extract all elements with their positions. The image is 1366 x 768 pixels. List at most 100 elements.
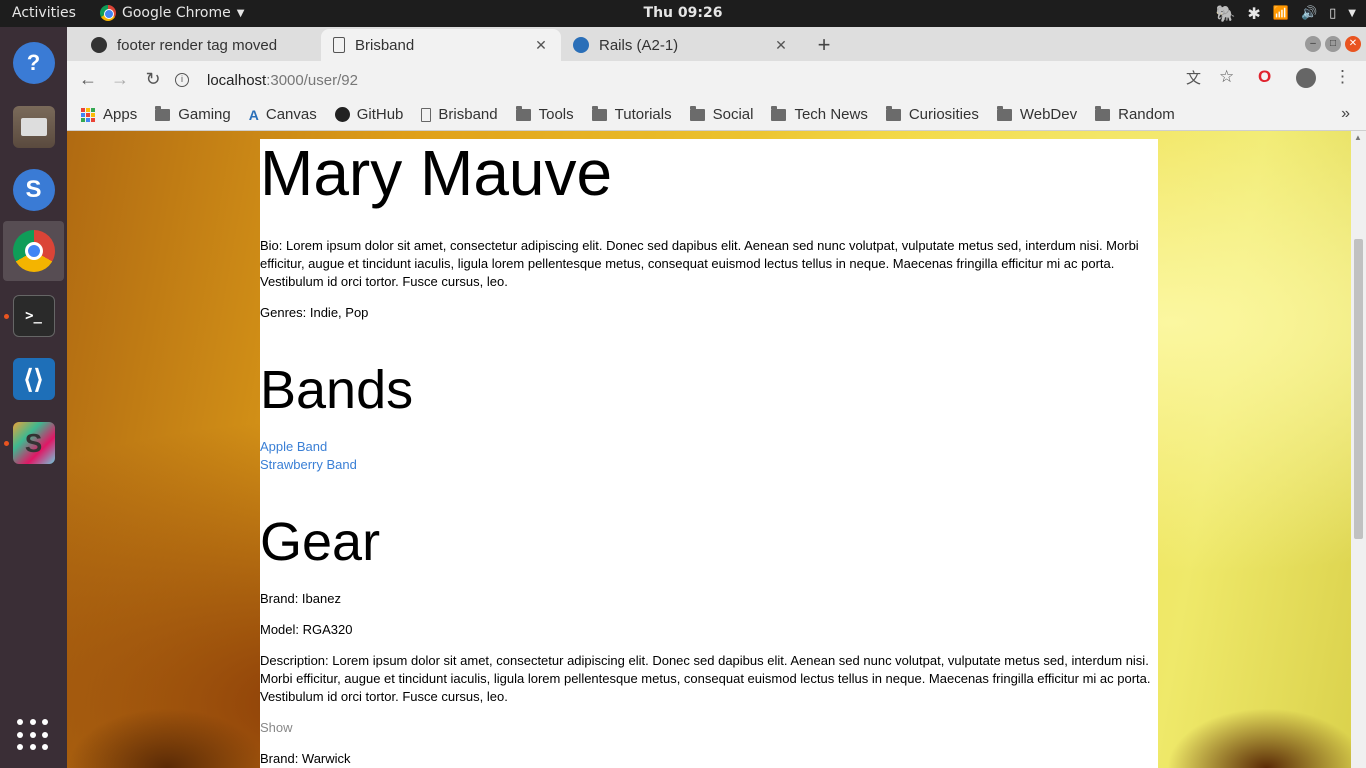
bookmark-random[interactable]: Random — [1095, 105, 1175, 123]
bookmark-social[interactable]: Social — [689, 105, 753, 123]
new-tab-button[interactable]: + — [812, 32, 836, 58]
bookmark-apps[interactable]: Apps — [81, 106, 137, 123]
more-bookmarks-icon[interactable]: » — [1341, 105, 1350, 123]
dock-chrome[interactable] — [3, 221, 64, 281]
bookmark-gaming[interactable]: Gaming — [155, 105, 231, 123]
chrome-icon — [100, 5, 116, 21]
reload-button[interactable]: ↻ — [142, 69, 164, 90]
dock-vscode[interactable]: ⟨⟩ — [3, 349, 64, 409]
close-icon[interactable]: ✕ — [773, 37, 789, 54]
bookmark-canvas[interactable]: A Canvas — [249, 106, 317, 123]
gear-description: Description: Lorem ipsum dolor sit amet,… — [260, 653, 1151, 704]
bookmark-label: Curiosities — [908, 106, 979, 123]
running-indicator — [4, 314, 9, 319]
terminal-icon: >_ — [12, 295, 55, 337]
activities-button[interactable]: Activities — [12, 5, 76, 21]
info-icon[interactable]: i — [175, 73, 189, 87]
gear-heading: Gear — [260, 512, 381, 572]
app-menu[interactable]: Google Chrome ▼ — [100, 5, 244, 21]
url-host: localhost — [207, 71, 267, 89]
gear-model: Model: RGA320 — [260, 622, 353, 637]
battery-icon[interactable]: ▯ — [1329, 6, 1336, 21]
gear-brand: Brand: Warwick — [260, 751, 351, 766]
app-menu-label: Google Chrome — [122, 5, 231, 21]
dock-help[interactable]: ? — [3, 33, 64, 93]
gear-brand: Brand: Ibanez — [260, 591, 341, 606]
postgres-icon[interactable]: 🐘 — [1215, 4, 1235, 23]
browser-window: footer render tag moved Brisband ✕ Rails… — [67, 27, 1366, 768]
tab-github[interactable]: footer render tag moved — [79, 29, 319, 61]
help-icon: ? — [12, 42, 55, 84]
back-button[interactable]: ← — [77, 69, 99, 90]
background-crowd — [67, 708, 267, 768]
page-title: Mary Mauve — [260, 137, 613, 209]
bookmark-label: Apps — [103, 106, 138, 123]
star-icon[interactable]: ☆ — [1219, 67, 1234, 87]
maximize-button[interactable]: □ — [1325, 36, 1341, 52]
dock-files[interactable] — [3, 97, 64, 157]
address-bar[interactable]: i localhost:3000/user/92 — [175, 65, 1175, 95]
dock: ? S >_ ⟨⟩ S — [0, 27, 67, 768]
folder-icon — [996, 105, 1012, 121]
minimize-button[interactable]: – — [1305, 36, 1321, 52]
scrollbar-thumb[interactable] — [1354, 239, 1363, 539]
dock-slack[interactable]: S — [3, 413, 64, 473]
bookmark-curiosities[interactable]: Curiosities — [885, 105, 979, 123]
slack-icon: S — [12, 422, 55, 464]
page-viewport: Mary Mauve Bio: Lorem ipsum dolor sit am… — [67, 131, 1366, 768]
bands-heading: Bands — [260, 360, 414, 420]
folder-icon — [771, 105, 787, 121]
clock[interactable]: Thu 09:26 — [644, 5, 723, 21]
page-icon — [333, 37, 345, 53]
chrome-icon — [12, 230, 55, 272]
tab-strip: footer render tag moved Brisband ✕ Rails… — [67, 27, 1366, 61]
show-applications-icon[interactable] — [17, 719, 49, 751]
chevron-down-icon[interactable]: ▼ — [1348, 8, 1356, 19]
system-tray[interactable]: 🐘 ✱ 📶 🔊 ▯ ▼ — [1215, 3, 1356, 23]
close-window-button[interactable]: ✕ — [1345, 36, 1361, 52]
folder-icon — [1095, 105, 1111, 121]
wifi-icon[interactable]: 📶 — [1273, 6, 1289, 21]
scroll-up-icon[interactable]: ▲ — [1354, 133, 1362, 142]
dock-terminal[interactable]: >_ — [3, 286, 64, 346]
gear-icon[interactable]: ✱ — [1247, 4, 1260, 23]
tab-rails[interactable]: Rails (A2-1) ✕ — [561, 29, 801, 61]
bookmark-tools[interactable]: Tools — [515, 105, 574, 123]
bookmarks-bar: Apps Gaming A Canvas GitHub Brisband Tool… — [67, 99, 1366, 131]
close-icon[interactable]: ✕ — [533, 37, 549, 54]
bookmark-github[interactable]: GitHub — [334, 106, 403, 123]
canvas-icon — [573, 37, 589, 53]
bookmark-webdev[interactable]: WebDev — [996, 105, 1077, 123]
browser-toolbar: ← → ↻ i localhost:3000/user/92 文 ☆ O ⋮ — [67, 61, 1366, 99]
avatar[interactable] — [1296, 68, 1316, 88]
bookmark-label: Canvas — [265, 106, 317, 123]
bookmark-label: Tutorials — [614, 106, 672, 123]
band-link[interactable]: Strawberry Band — [260, 456, 1158, 474]
bookmark-tech-news[interactable]: Tech News — [771, 105, 868, 123]
profile-content: Mary Mauve Bio: Lorem ipsum dolor sit am… — [260, 139, 1158, 768]
system-top-bar: Activities Google Chrome ▼ Thu 09:26 🐘 ✱… — [0, 0, 1366, 27]
translate-icon[interactable]: 文 — [1186, 67, 1201, 88]
volume-icon[interactable]: 🔊 — [1301, 6, 1317, 21]
vscode-icon: ⟨⟩ — [12, 358, 55, 400]
folder-icon — [515, 105, 531, 121]
bookmark-brisband[interactable]: Brisband — [421, 106, 498, 123]
page-scrollbar[interactable]: ▲ — [1351, 131, 1366, 768]
bookmark-label: Brisband — [438, 106, 498, 123]
opera-icon[interactable]: O — [1258, 67, 1271, 87]
github-icon — [334, 107, 350, 122]
chevron-down-icon: ▼ — [236, 7, 245, 19]
menu-icon[interactable]: ⋮ — [1334, 67, 1351, 87]
folder-icon — [689, 105, 705, 121]
forward-button[interactable]: → — [109, 69, 131, 90]
gear-show-link[interactable]: Show — [260, 719, 1158, 737]
url-path: :3000/user/92 — [266, 71, 358, 89]
bookmark-tutorials[interactable]: Tutorials — [591, 105, 672, 123]
bookmark-label: Tools — [538, 106, 574, 123]
page-icon — [421, 107, 432, 122]
background-crowd — [1167, 708, 1366, 768]
band-link[interactable]: Apple Band — [260, 438, 1158, 456]
dock-simplenote[interactable]: S — [3, 160, 64, 220]
tab-brisband[interactable]: Brisband ✕ — [321, 29, 561, 61]
genres-text: Genres: Indie, Pop — [260, 305, 369, 320]
